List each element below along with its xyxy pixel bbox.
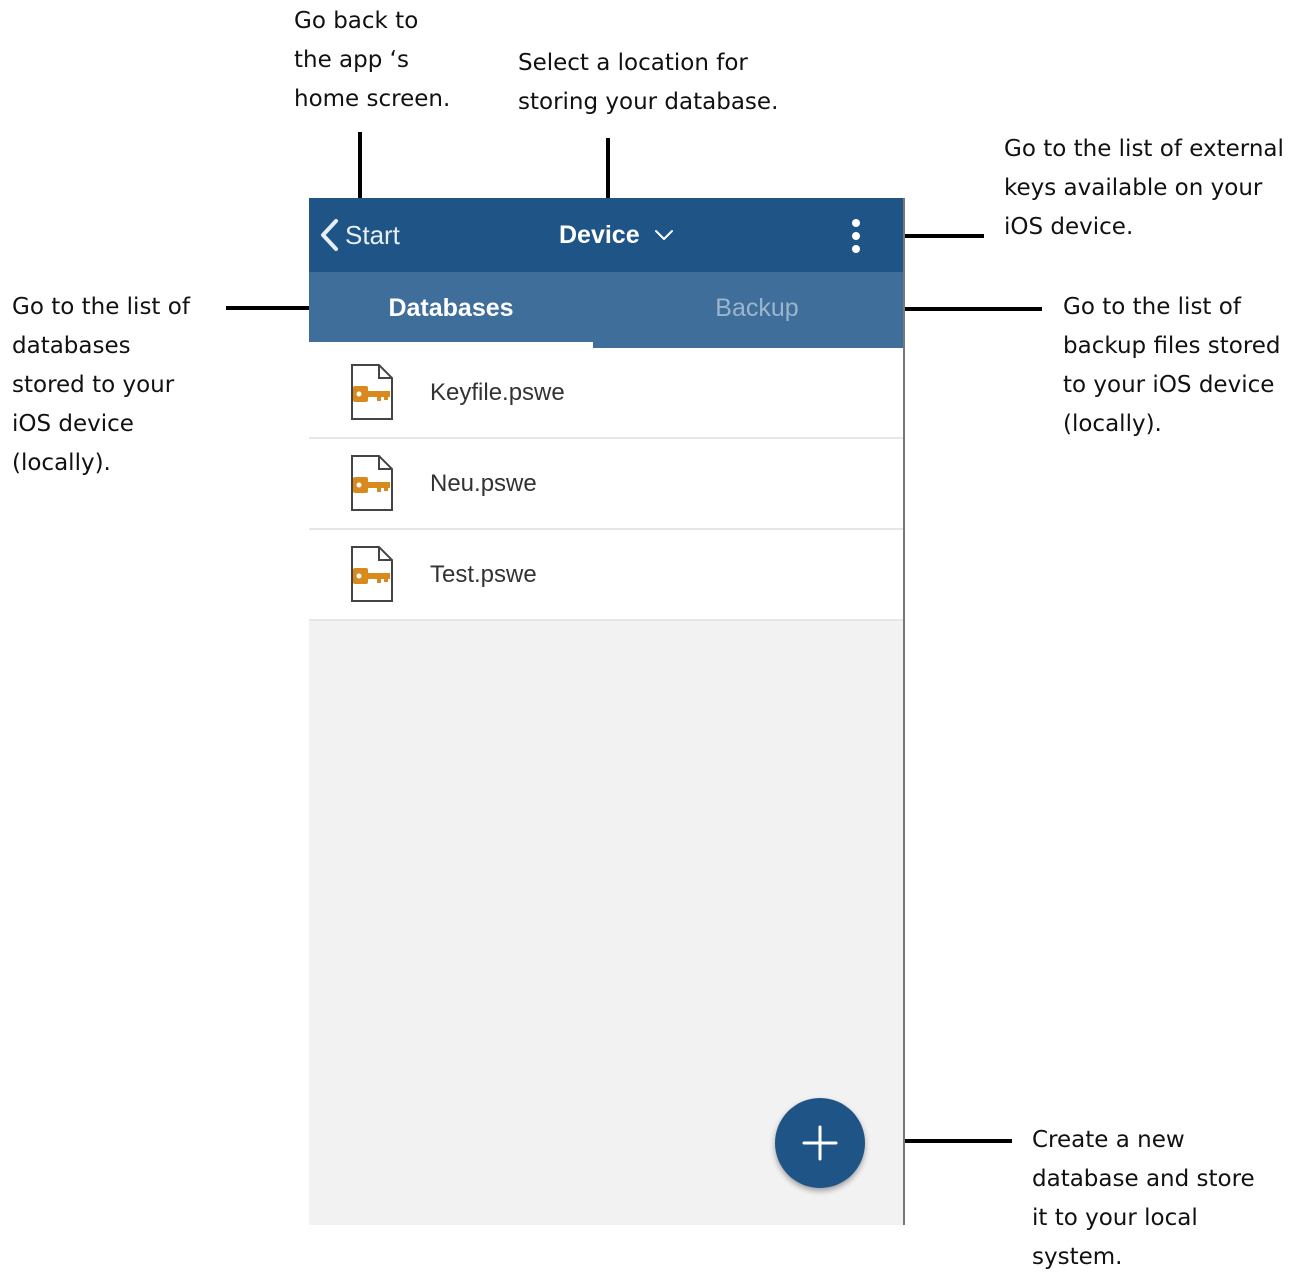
key-file-icon — [351, 364, 393, 420]
plus-icon — [802, 1125, 838, 1161]
app-screen: Start Device Databases Backup Keyfile.ps… — [309, 198, 905, 1225]
tab-bar: Databases Backup — [309, 272, 903, 348]
annotation-location: Select a location for storing your datab… — [518, 50, 779, 115]
location-label: Device — [559, 220, 640, 249]
location-selector[interactable]: Device — [559, 198, 674, 272]
chevron-down-icon — [654, 230, 673, 240]
annotation-home: Go back to the app ‘s home screen. — [294, 8, 451, 112]
tab-databases-label: Databases — [388, 293, 514, 322]
back-label: Start — [345, 219, 400, 250]
back-button[interactable]: Start — [319, 198, 400, 272]
tab-backup[interactable]: Backup — [609, 272, 903, 344]
more-vertical-icon[interactable] — [841, 218, 871, 254]
list-item[interactable]: Keyfile.pswe — [309, 348, 903, 439]
add-database-button[interactable] — [775, 1098, 865, 1188]
file-name: Neu.pswe — [430, 470, 537, 497]
database-list: Keyfile.pswe Neu.pswe Test.pswe — [309, 348, 903, 621]
list-item[interactable]: Test.pswe — [309, 530, 903, 621]
annotation-create: Create a new database and store it to yo… — [1032, 1127, 1255, 1270]
tab-databases[interactable]: Databases — [309, 272, 593, 344]
chevron-left-icon — [321, 219, 338, 251]
key-file-icon — [351, 546, 393, 602]
annotation-external-keys: Go to the list of external keys availabl… — [1004, 136, 1284, 240]
file-name: Keyfile.pswe — [430, 379, 565, 406]
key-file-icon — [351, 455, 393, 511]
annotation-databases: Go to the list of databases stored to yo… — [12, 294, 190, 476]
annotation-backup: Go to the list of backup files stored to… — [1063, 294, 1281, 437]
file-name: Test.pswe — [430, 561, 537, 588]
navigation-bar: Start Device — [309, 198, 903, 272]
tab-backup-label: Backup — [715, 293, 799, 322]
list-item[interactable]: Neu.pswe — [309, 439, 903, 530]
